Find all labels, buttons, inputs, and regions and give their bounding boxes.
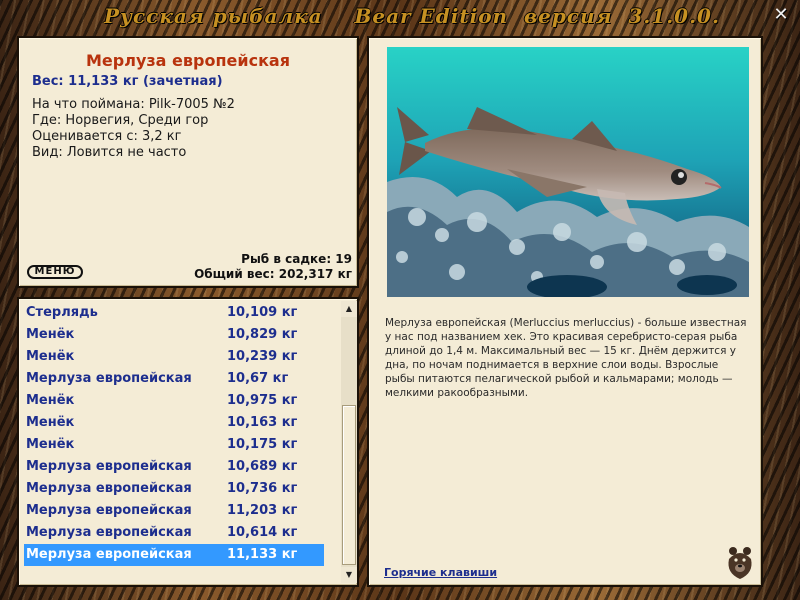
catch-list-row[interactable]: Мерлуза европейская 10,67 кг	[24, 368, 324, 390]
fish-info-panel: Мерлуза европейская Вес: 11,133 кг (заче…	[17, 36, 359, 288]
catch-fish-name: Стерлядь	[26, 305, 98, 320]
catch-fish-name: Мерлуза европейская	[26, 503, 192, 518]
catch-fish-weight: 10,689 кг	[227, 459, 298, 474]
fish-description-panel: Мерлуза европейская (Merluccius merlucci…	[367, 36, 763, 587]
catch-list-row[interactable]: Менёк 10,175 кг	[24, 434, 324, 456]
catch-fish-name: Менёк	[26, 437, 75, 452]
catch-fish-weight: 10,975 кг	[227, 393, 298, 408]
catch-value: Оценивается с: 3,2 кг	[32, 129, 182, 144]
list-scrollbar[interactable]: ▲ ▼	[341, 301, 357, 583]
title-bar: Русская рыбалка Bear Edition версия 3.1.…	[0, 0, 800, 34]
bear-logo-icon	[724, 543, 756, 581]
fish-weight: Вес: 11,133 кг (зачетная)	[32, 74, 223, 89]
catch-list-row[interactable]: Мерлуза европейская 10,736 кг	[24, 478, 324, 500]
catch-fish-weight: 10,163 кг	[227, 415, 298, 430]
catch-list-row[interactable]: Мерлуза европейская 11,203 кг	[24, 500, 324, 522]
catch-list-row[interactable]: Стерлядь 10,109 кг	[24, 302, 324, 324]
close-icon[interactable]: ✕	[772, 6, 790, 24]
catch-fish-weight: 10,829 кг	[227, 327, 298, 342]
fish-name: Мерлуза европейская	[86, 51, 290, 70]
catch-fish-weight: 10,736 кг	[227, 481, 298, 496]
hotkeys-link[interactable]: Горячие клавиши	[384, 566, 497, 579]
window-title: Русская рыбалка Bear Edition версия 3.1.…	[104, 4, 720, 28]
catch-list-panel: Стерлядь 10,109 кг Менёк 10,829 кг Менёк 10,2…	[17, 297, 359, 587]
catch-fish-weight: 10,109 кг	[227, 305, 298, 320]
catch-fish-name: Менёк	[26, 415, 75, 430]
catch-fish-weight: 11,133 кг	[227, 547, 298, 562]
catch-fish-weight: 10,175 кг	[227, 437, 298, 452]
catch-list-row[interactable]: Мерлуза европейская 10,689 кг	[24, 456, 324, 478]
caught-with: На что поймана: Pilk-7005 №2	[32, 97, 235, 112]
catch-fish-weight: 11,203 кг	[227, 503, 298, 518]
catch-fish-name: Мерлуза европейская	[26, 371, 192, 386]
fish-photo-image	[387, 47, 749, 297]
menu-button[interactable]: МЕНЮ	[27, 265, 83, 279]
catch-fish-weight: 10,614 кг	[227, 525, 298, 540]
catch-list-row[interactable]: Мерлуза европейская 11,133 кг	[24, 544, 324, 566]
total-weight: Общий вес: 202,317 кг	[194, 267, 352, 281]
catch-fish-name: Мерлуза европейская	[26, 525, 192, 540]
catch-fish-name: Мерлуза европейская	[26, 481, 192, 496]
catch-fish-name: Менёк	[26, 393, 75, 408]
fish-details: На что поймана: Pilk-7005 №2 Где: Норвег…	[32, 97, 235, 161]
catch-fish-name: Менёк	[26, 327, 75, 342]
catch-location: Где: Норвегия, Среди гор	[32, 113, 209, 128]
fish-description: Мерлуза европейская (Merluccius merlucci…	[385, 317, 747, 399]
catch-list-row[interactable]: Менёк 10,163 кг	[24, 412, 324, 434]
catch-list-row[interactable]: Менёк 10,975 кг	[24, 390, 324, 412]
fish-photo	[387, 47, 749, 297]
scroll-down-icon[interactable]: ▼	[341, 567, 357, 583]
catch-list-row[interactable]: Менёк 10,239 кг	[24, 346, 324, 368]
catch-fish-name: Мерлуза европейская	[26, 547, 192, 562]
catch-list: Стерлядь 10,109 кг Менёк 10,829 кг Менёк 10,2…	[24, 302, 324, 566]
catch-fish-name: Менёк	[26, 349, 75, 364]
scrollbar-thumb[interactable]	[342, 405, 356, 565]
catch-list-row[interactable]: Менёк 10,829 кг	[24, 324, 324, 346]
catch-list-row[interactable]: Мерлуза европейская 10,614 кг	[24, 522, 324, 544]
scroll-up-icon[interactable]: ▲	[341, 301, 357, 317]
catch-fish-name: Мерлуза европейская	[26, 459, 192, 474]
fish-count: Рыб в садке: 19	[241, 252, 352, 266]
catch-fish-weight: 10,67 кг	[227, 371, 289, 386]
species-rarity: Вид: Ловится не часто	[32, 145, 187, 160]
keepnet-stats: Рыб в садке: 19 Общий вес: 202,317 кг	[194, 252, 352, 282]
catch-fish-weight: 10,239 кг	[227, 349, 298, 364]
